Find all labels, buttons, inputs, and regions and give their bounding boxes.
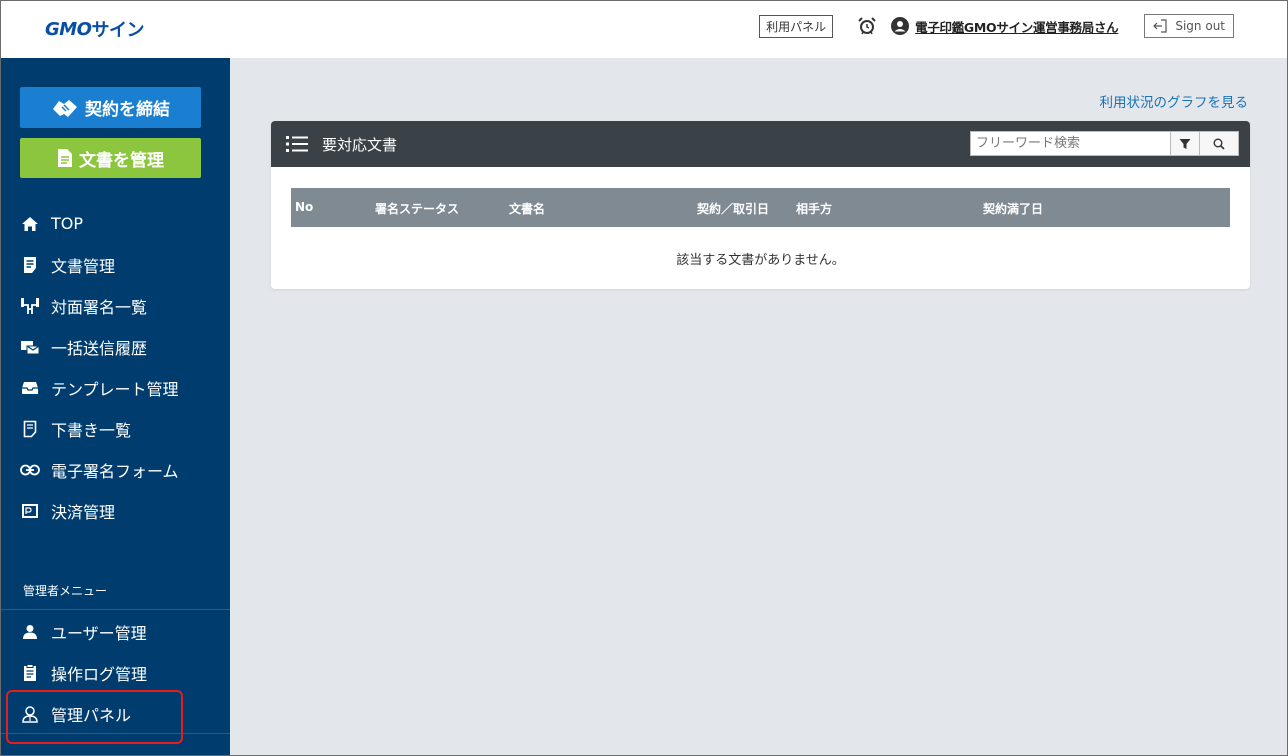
search-button[interactable] (1200, 131, 1239, 156)
manage-documents-button[interactable]: 文書を管理 (20, 138, 201, 178)
sidebar-item-label: 決済管理 (51, 502, 116, 522)
user-avatar-icon (891, 17, 910, 35)
search-bar (970, 131, 1239, 156)
admin-divider (1, 609, 230, 610)
link-icon (20, 460, 40, 480)
user-menu[interactable]: 電子印鑑GMOサイン運営事務局さん (891, 17, 1119, 36)
sidebar-item-label: TOP (51, 214, 84, 233)
user-icon (20, 622, 40, 642)
sidebar-item-bulk-send[interactable]: 一括送信履歴 (1, 326, 230, 367)
card-title: 要対応文書 (322, 135, 398, 154)
document-icon (58, 149, 72, 167)
column-header-title[interactable]: 文書名 (509, 200, 545, 217)
sidebar-item-label: 操作ログ管理 (51, 664, 148, 684)
card-header: 要対応文書 (271, 121, 1250, 167)
draft-icon (20, 419, 40, 439)
document-icon (20, 255, 40, 275)
sign-out-icon (1153, 19, 1167, 33)
header-actions: 利用パネル 電子印鑑GMOサイン運営事務局さん Sign out (759, 14, 1234, 38)
gmo-sign-logo[interactable]: GMO サイン (45, 17, 145, 42)
sign-contract-label: 契約を締結 (85, 100, 170, 120)
face-to-face-icon (20, 296, 40, 316)
sidebar-item-label: 一括送信履歴 (51, 338, 148, 358)
sidebar-item-label: 文書管理 (51, 256, 116, 276)
filter-icon (1179, 138, 1191, 149)
highlight-box (6, 690, 183, 744)
usage-graph-link[interactable]: 利用状況のグラフを見る (1100, 91, 1249, 111)
main-nav: TOP 文書管理 対面署名一覧 一括送信履歴 テンプレート管理 下書き一覧 電子… (1, 203, 230, 531)
pending-documents-card: 要対応文書 No 署名ステータス 文書名 契約／取引日 相手方 契約満了日 該当… (271, 121, 1250, 289)
template-icon (20, 378, 40, 398)
filter-button[interactable] (1170, 131, 1200, 156)
handshake-icon (53, 99, 77, 117)
list-icon (286, 136, 308, 152)
sidebar-item-label: 電子署名フォーム (51, 461, 179, 481)
log-icon (20, 663, 40, 683)
sidebar-item-label: 対面署名一覧 (51, 297, 148, 317)
sidebar: 契約を締結 文書を管理 TOP 文書管理 対面署名一覧 一括送信履歴 テンプレー… (1, 58, 230, 755)
home-icon (20, 214, 40, 234)
logo-text-sub: サイン (91, 20, 145, 41)
admin-menu-heading: 管理者メニュー (23, 584, 108, 598)
column-header-no[interactable]: No (295, 200, 313, 214)
column-header-expiry-date[interactable]: 契約満了日 (983, 200, 1043, 217)
sidebar-item-payments[interactable]: 決済管理 (1, 490, 230, 531)
column-header-counterparty[interactable]: 相手方 (796, 200, 832, 217)
sidebar-item-documents[interactable]: 文書管理 (1, 244, 230, 285)
top-header: GMO サイン 利用パネル 電子印鑑GMOサイン運営事務局さん Sign out (1, 1, 1287, 58)
logo-text-main: GMO (45, 18, 92, 40)
sidebar-item-label: ユーザー管理 (51, 623, 147, 643)
freeword-search-input[interactable] (970, 131, 1170, 156)
sidebar-item-top[interactable]: TOP (1, 203, 230, 244)
sidebar-item-drafts[interactable]: 下書き一覧 (1, 408, 230, 449)
sign-out-label: Sign out (1175, 19, 1225, 33)
usage-panel-button[interactable]: 利用パネル (759, 14, 834, 38)
sign-out-button[interactable]: Sign out (1144, 14, 1234, 38)
user-name[interactable]: 電子印鑑GMOサイン運営事務局さん (915, 17, 1119, 36)
pay-icon (20, 501, 40, 521)
empty-message: 該当する文書がありません。 (676, 253, 845, 268)
sidebar-item-operation-logs[interactable]: 操作ログ管理 (1, 652, 230, 693)
column-header-contract-date[interactable]: 契約／取引日 (697, 200, 769, 217)
table-header: No 署名ステータス 文書名 契約／取引日 相手方 契約満了日 (291, 188, 1230, 227)
search-icon (1213, 138, 1225, 150)
app-frame: GMO サイン 利用パネル 電子印鑑GMOサイン運営事務局さん Sign out… (0, 0, 1288, 756)
alarm-clock-icon[interactable] (857, 16, 877, 36)
sign-contract-button[interactable]: 契約を締結 (20, 87, 201, 128)
sidebar-item-label: テンプレート管理 (51, 379, 179, 399)
bulk-send-icon (20, 337, 40, 357)
sidebar-item-face-to-face[interactable]: 対面署名一覧 (1, 285, 230, 326)
sidebar-item-users[interactable]: ユーザー管理 (1, 611, 230, 652)
manage-documents-label: 文書を管理 (79, 150, 164, 171)
sidebar-item-esign-form[interactable]: 電子署名フォーム (1, 449, 230, 490)
column-header-status[interactable]: 署名ステータス (375, 200, 459, 217)
sidebar-item-label: 下書き一覧 (51, 420, 132, 440)
sidebar-item-templates[interactable]: テンプレート管理 (1, 367, 230, 408)
